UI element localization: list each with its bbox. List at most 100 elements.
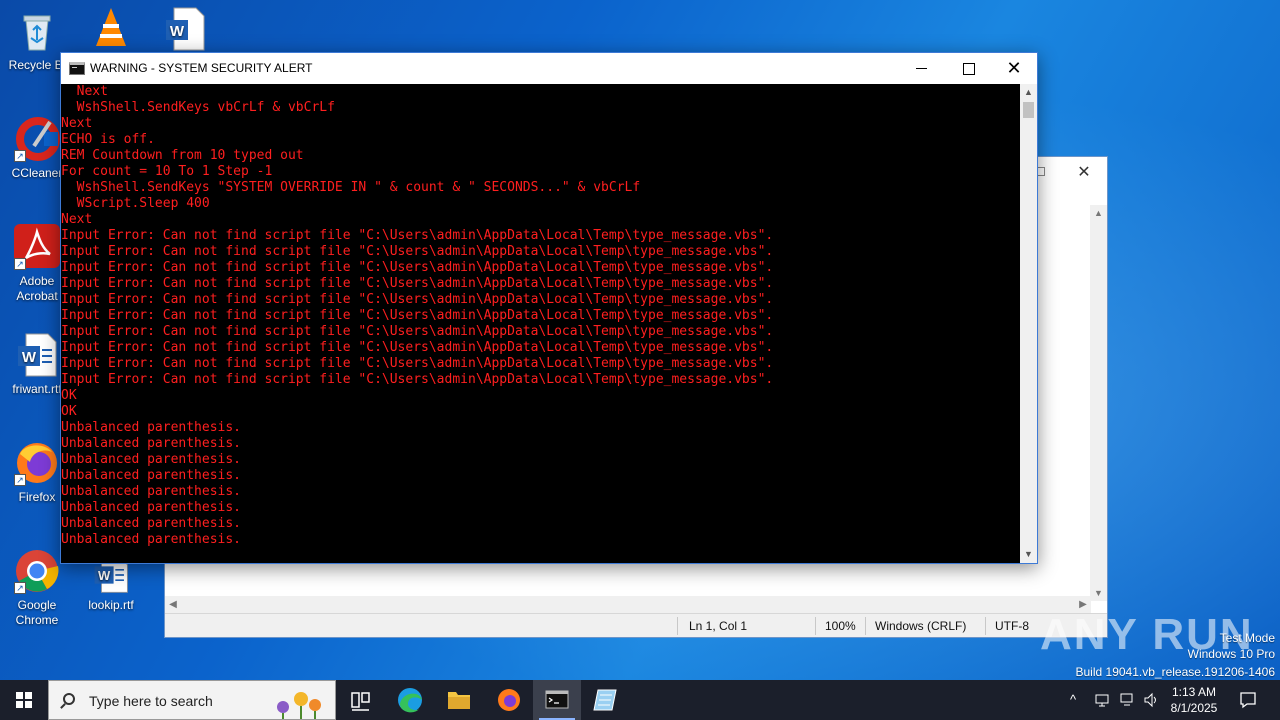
- zoom-level: 100%: [825, 619, 856, 633]
- shortcut-arrow-icon: ↗: [14, 582, 26, 594]
- desktop-icon-word-document[interactable]: W: [148, 6, 222, 56]
- console-line: Input Error: Can not find script file "C…: [61, 340, 774, 355]
- taskbar-firefox[interactable]: [485, 680, 533, 720]
- console-line: WScript.Sleep 400: [61, 196, 210, 211]
- svg-text:W: W: [170, 23, 185, 40]
- status-bar: Ln 1, Col 1 100% Windows (CRLF) UTF-8: [165, 613, 1107, 637]
- minimize-button[interactable]: [899, 53, 945, 84]
- console-line: Input Error: Can not find script file "C…: [61, 324, 774, 339]
- console-line: OK: [61, 388, 77, 403]
- notepad-icon: [593, 689, 617, 711]
- scroll-down-icon[interactable]: ▼: [1020, 546, 1037, 563]
- build-label: Build 19041.vb_release.191206-1406: [1075, 665, 1276, 679]
- taskbar-clock[interactable]: 1:13 AM 8/1/2025: [1163, 684, 1225, 716]
- console-line: Input Error: Can not find script file "C…: [61, 276, 774, 291]
- console-line: Unbalanced parenthesis.: [61, 516, 242, 531]
- taskbar-file-explorer[interactable]: [435, 680, 483, 720]
- close-icon[interactable]: ✕: [1071, 163, 1097, 183]
- horizontal-scrollbar[interactable]: ◀ ▶: [165, 596, 1091, 613]
- taskbar: Type here to search ^ 1:13 AM 8/1/2025: [0, 680, 1280, 720]
- console-line: Input Error: Can not find script file "C…: [61, 292, 774, 307]
- desktop-icon-lookip-rtf[interactable]: W lookip.rtf: [74, 556, 148, 613]
- shortcut-arrow-icon: ↗: [14, 474, 26, 486]
- os-label: Windows 10 Pro: [1187, 647, 1275, 661]
- volume-icon[interactable]: [1142, 691, 1160, 720]
- task-view-icon: [351, 692, 370, 711]
- vlc-icon: [88, 6, 134, 52]
- start-button[interactable]: [0, 680, 48, 720]
- show-hidden-icons[interactable]: ^: [1070, 692, 1076, 720]
- console-line: Unbalanced parenthesis.: [61, 500, 242, 515]
- clock-time: 1:13 AM: [1171, 685, 1217, 699]
- console-line: Unbalanced parenthesis.: [61, 484, 242, 499]
- scroll-up-icon[interactable]: ▲: [1020, 84, 1037, 101]
- console-line: For count = 10 To 1 Step -1: [61, 164, 273, 179]
- console-line: Unbalanced parenthesis.: [61, 532, 242, 547]
- scroll-up-icon[interactable]: ▲: [1090, 205, 1107, 221]
- taskbar-console[interactable]: [533, 680, 581, 720]
- line-endings: Windows (CRLF): [875, 619, 967, 633]
- notifications-icon[interactable]: [1238, 690, 1258, 720]
- edge-icon: [398, 688, 422, 713]
- ccleaner-icon: ↗: [14, 116, 60, 162]
- network-status-icon[interactable]: [1118, 691, 1136, 720]
- test-mode-label: Test Mode: [1219, 631, 1275, 645]
- console-line: REM Countdown from 10 typed out: [61, 148, 304, 163]
- desktop-icon-vlc[interactable]: [74, 6, 148, 56]
- recycle-bin-icon: [14, 8, 60, 54]
- window-titlebar[interactable]: WARNING - SYSTEM SECURITY ALERT ✕: [61, 53, 1037, 84]
- console-window[interactable]: WARNING - SYSTEM SECURITY ALERT ✕ Next W…: [60, 52, 1038, 564]
- shortcut-arrow-icon: ↗: [14, 258, 26, 270]
- console-line: Next: [61, 212, 93, 227]
- scrollbar-thumb[interactable]: [1023, 102, 1034, 118]
- word-document-icon: W: [162, 6, 208, 52]
- search-placeholder: Type here to search: [89, 693, 213, 709]
- word-document-icon: W: [14, 332, 60, 378]
- console-line: WshShell.SendKeys vbCrLf & vbCrLf: [61, 100, 335, 115]
- scroll-down-icon[interactable]: ▼: [1090, 585, 1107, 601]
- console-line: Input Error: Can not find script file "C…: [61, 228, 774, 243]
- console-icon: [545, 690, 569, 709]
- taskbar-notepad[interactable]: [582, 680, 630, 720]
- maximize-button[interactable]: [945, 53, 991, 84]
- shortcut-arrow-icon: ↗: [14, 150, 26, 162]
- console-line: Next: [61, 116, 93, 131]
- desktop-icon-label: lookip.rtf: [88, 598, 134, 612]
- chrome-icon: ↗: [14, 548, 60, 594]
- svg-text:W: W: [98, 568, 111, 583]
- svg-text:W: W: [22, 349, 37, 366]
- console-line: ECHO is off.: [61, 132, 155, 147]
- encoding: UTF-8: [995, 619, 1029, 633]
- console-line: Unbalanced parenthesis.: [61, 420, 242, 435]
- window-title: WARNING - SYSTEM SECURITY ALERT: [90, 61, 313, 75]
- console-line: Input Error: Can not find script file "C…: [61, 356, 774, 371]
- desktop-icon-label: Google Chrome: [15, 598, 59, 627]
- scroll-left-icon[interactable]: ◀: [165, 596, 181, 613]
- close-button[interactable]: ✕: [991, 53, 1037, 84]
- console-line: Input Error: Can not find script file "C…: [61, 260, 774, 275]
- adobe-acrobat-icon: ↗: [14, 224, 60, 270]
- console-line: Unbalanced parenthesis.: [61, 468, 242, 483]
- firefox-icon: [498, 689, 520, 711]
- console-line: Next: [61, 84, 108, 99]
- console-line: Input Error: Can not find script file "C…: [61, 308, 774, 323]
- taskbar-edge[interactable]: [386, 680, 434, 720]
- folder-icon: [448, 692, 470, 709]
- search-highlight-icon: [277, 692, 321, 719]
- network-icon[interactable]: [1094, 691, 1112, 720]
- console-icon: [69, 62, 85, 75]
- vertical-scrollbar[interactable]: ▲ ▼: [1020, 84, 1037, 563]
- clock-date: 8/1/2025: [1170, 701, 1218, 715]
- taskbar-task-view[interactable]: [336, 680, 384, 720]
- console-line: Unbalanced parenthesis.: [61, 436, 242, 451]
- desktop-icon-label: Adobe Acrobat: [16, 274, 58, 303]
- console-line: OK: [61, 404, 77, 419]
- firefox-icon: ↗: [14, 440, 60, 486]
- vertical-scrollbar[interactable]: ▲ ▼: [1090, 205, 1107, 601]
- console-line: WshShell.SendKeys "SYSTEM OVERRIDE IN " …: [61, 180, 641, 195]
- taskbar-search[interactable]: Type here to search: [48, 680, 336, 720]
- console-line: Input Error: Can not find script file "C…: [61, 372, 774, 387]
- console-output[interactable]: Next WshShell.SendKeys vbCrLf & vbCrLf Ne…: [61, 84, 1020, 563]
- console-line: Input Error: Can not find script file "C…: [61, 244, 774, 259]
- search-icon: [63, 693, 75, 705]
